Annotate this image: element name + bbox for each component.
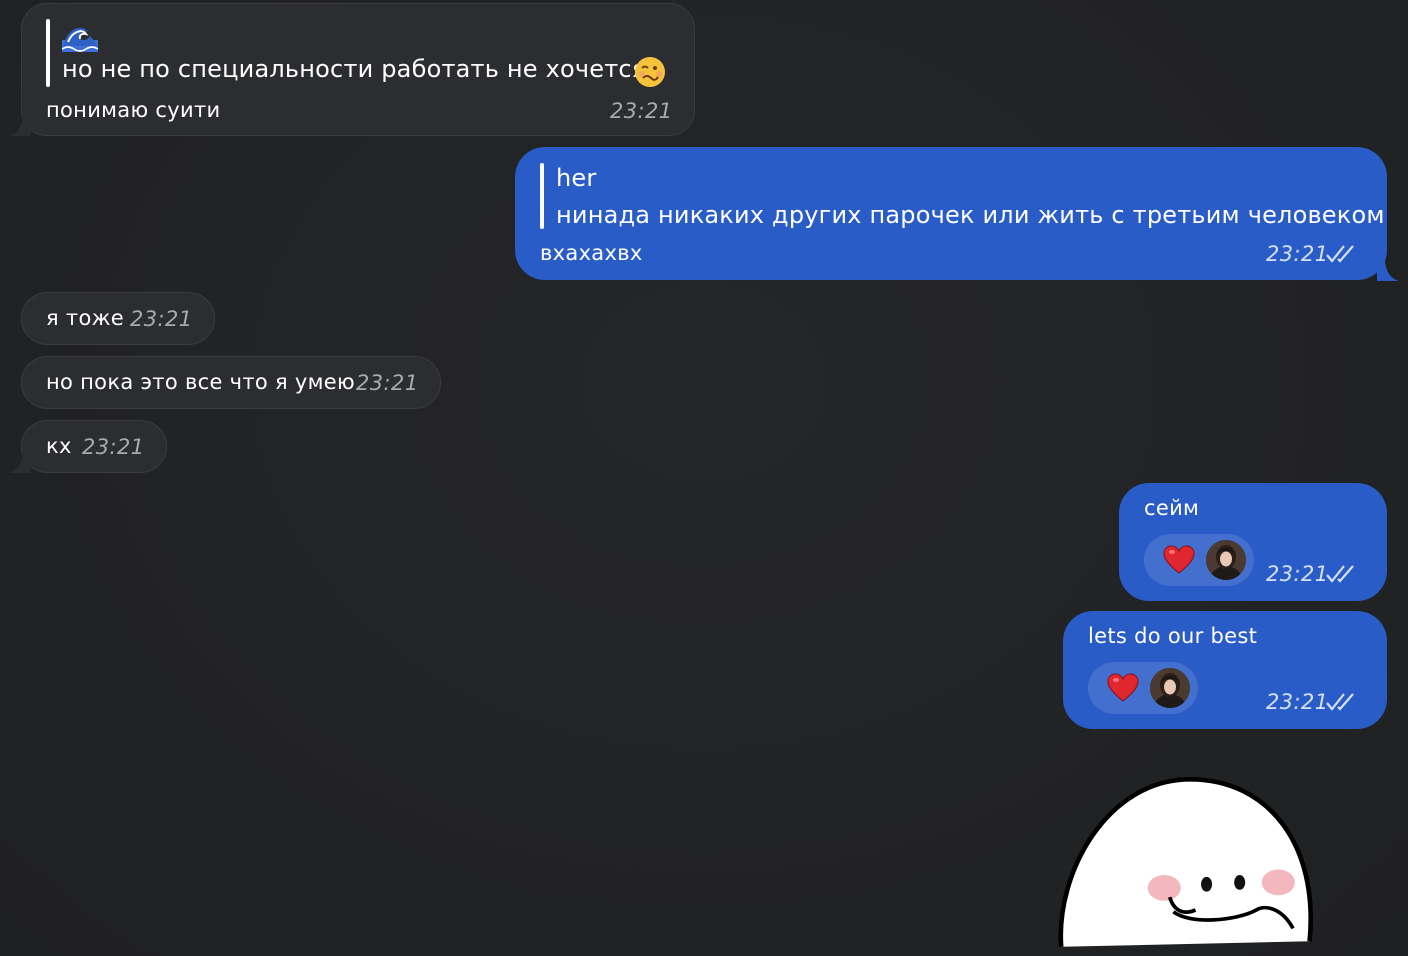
avatar-photo-icon: [1150, 668, 1190, 708]
message-bubble[interactable]: lets do our best 23:21: [1063, 611, 1387, 729]
reply-quote-bar: [540, 163, 544, 229]
reaction-pill[interactable]: [1088, 662, 1198, 714]
woozy-face-emoji-icon: [635, 57, 665, 87]
chat-history: но не по специальности работать не хочет…: [0, 0, 1408, 956]
double-check-icon: [1326, 245, 1354, 263]
message-time: 23:21: [82, 435, 145, 459]
message-bubble[interactable]: но пока это все что я умею 23:21: [21, 356, 441, 409]
message-text: кх: [46, 434, 72, 458]
message-text: я тоже: [46, 306, 125, 330]
bubble-tail: [1377, 259, 1399, 281]
message-time: 23:21: [1266, 562, 1329, 586]
red-heart-icon: [1163, 545, 1195, 574]
avatar-photo-icon: [1206, 540, 1246, 580]
message-bubble[interactable]: сейм 23:21: [1119, 483, 1387, 601]
message-bubble[interactable]: я тоже 23:21: [21, 292, 215, 345]
double-check-icon: [1326, 565, 1354, 583]
reply-quote-bar: [46, 19, 50, 87]
red-heart-icon: [1107, 673, 1139, 702]
message-bubble[interactable]: кх 23:21: [21, 420, 167, 473]
message-time: 23:21: [130, 307, 193, 331]
reply-quote-text: нинада никаких других парочек или жить с…: [556, 201, 1385, 229]
bubble-tail: [9, 114, 31, 136]
message-bubble[interactable]: her нинада никаких других парочек или жи…: [515, 147, 1387, 280]
reply-author: her: [556, 164, 597, 192]
double-check-icon: [1326, 693, 1354, 711]
message-text: сейм: [1144, 496, 1200, 520]
reply-quote-text: но не по специальности работать не хочет…: [62, 55, 647, 83]
message-time: 23:21: [356, 371, 419, 395]
message-text: lets do our best: [1088, 624, 1258, 648]
message-text: вхахахвх: [540, 241, 643, 265]
message-text: но пока это все что я умею: [46, 370, 355, 394]
message-bubble[interactable]: но не по специальности работать не хочет…: [21, 3, 695, 136]
bubble-tail: [9, 451, 31, 473]
avatar: [1206, 540, 1246, 580]
blushing-blob-sticker-icon[interactable]: [1040, 772, 1340, 956]
message-time: 23:21: [1266, 242, 1329, 266]
reaction-pill[interactable]: [1144, 534, 1254, 586]
message-time: 23:21: [1266, 690, 1329, 714]
avatar: [1150, 668, 1190, 708]
message-text: понимаю суити: [46, 98, 221, 122]
wave-emoji-icon: [62, 28, 98, 52]
message-time: 23:21: [610, 99, 673, 123]
